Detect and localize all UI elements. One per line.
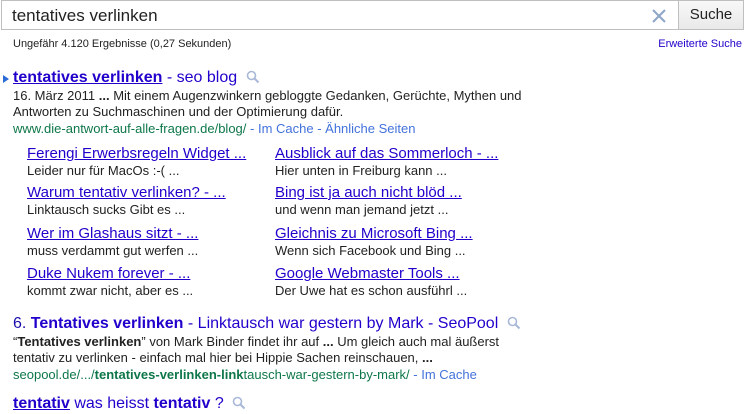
result-url-text: www.die-antwort-auf-alle-fragen.de/blog/: [13, 121, 247, 136]
search-query-text: tentatives verlinken: [12, 6, 158, 25]
sitelink-desc: muss verdammt gut werfen ...: [27, 243, 199, 258]
sitelink-title[interactable]: Warum tentativ verlinken? - ...: [27, 184, 267, 202]
sitelink-title[interactable]: Ferengi Erwerbsregeln Widget ...: [27, 145, 267, 163]
sitelink-desc: kommt zwar nicht, aber es ...: [27, 283, 194, 298]
magnifier-icon[interactable]: [232, 396, 246, 410]
result-title-rest[interactable]: was heisst: [70, 395, 154, 412]
result-title-rest[interactable]: ?: [210, 395, 224, 412]
result-number: 6.: [13, 315, 31, 332]
result-url-bold: tentatives-verlinken-link: [94, 367, 244, 382]
search-input[interactable]: tentatives verlinken: [1, 0, 678, 30]
sitelink-title[interactable]: Google Webmaster Tools ...: [275, 265, 515, 283]
snippet-bold: Tentatives verlinken: [17, 334, 142, 349]
result-snippet: 16. März 2011 ... Mit einem Augenzwinker…: [13, 88, 538, 120]
search-result: 6. Tentatives verlinken - Linktausch war…: [13, 314, 538, 383]
sitelink-title[interactable]: Ausblick auf das Sommerloch - ...: [275, 145, 515, 163]
sitelink: Duke Nukem forever - ... kommt zwar nich…: [27, 265, 267, 299]
snippet-ellipsis: ...: [422, 350, 433, 365]
sitelink: Ferengi Erwerbsregeln Widget ... Leider …: [27, 145, 267, 179]
snippet-ellipsis: ...: [322, 334, 334, 349]
sitelink-desc: Wenn sich Facebook und Bing ...: [275, 243, 466, 258]
result-url-text: seopool.de/.../: [13, 367, 95, 382]
sitelink-desc: Hier unten in Freiburg kann ...: [275, 163, 447, 178]
arrow-right-icon: [3, 75, 9, 83]
result-title-bold[interactable]: tentativ: [13, 395, 70, 412]
search-result: tentatives verlinken - seo blog 16. März…: [13, 68, 538, 137]
sitelink: Bing ist ja auch nicht blöd ... und wenn…: [275, 184, 515, 218]
result-stats: Ungefähr 4.120 Ergebnisse (0,27 Sekunden…: [13, 38, 232, 50]
result-title[interactable]: tentativ was heisst tentativ ?: [13, 394, 246, 414]
snippet-ellipsis: ...: [95, 88, 114, 103]
search-result: tentativ was heisst tentativ ?: [13, 394, 246, 414]
snippet-text: ” von Mark Binder findet ihr auf: [141, 334, 323, 349]
magnifier-icon[interactable]: [507, 316, 521, 330]
sitelink-title[interactable]: Wer im Glashaus sitzt - ...: [27, 225, 267, 243]
sitelink: Wer im Glashaus sitzt - ... muss verdamm…: [27, 225, 267, 259]
sitelink-desc: Linktausch sucks Gibt es ...: [27, 202, 186, 217]
magnifier-icon[interactable]: [246, 70, 260, 84]
close-icon[interactable]: [650, 5, 668, 25]
sitelink: Gleichnis zu Microsoft Bing ... Wenn sic…: [275, 225, 515, 259]
result-title-rest[interactable]: - seo blog: [162, 69, 237, 86]
result-title-bold[interactable]: tentatives verlinken: [13, 69, 162, 86]
result-url: www.die-antwort-auf-alle-fragen.de/blog/…: [13, 120, 538, 137]
sitelink: Ausblick auf das Sommerloch - ... Hier u…: [275, 145, 515, 179]
advanced-search-link[interactable]: Erweiterte Suche: [658, 38, 742, 50]
result-title[interactable]: tentatives verlinken - seo blog: [13, 68, 538, 88]
search-bar: tentatives verlinken Suche: [1, 0, 744, 32]
result-url-text: tausch-war-gestern-by-mark/: [243, 367, 410, 382]
sitelink-title[interactable]: Duke Nukem forever - ...: [27, 265, 267, 283]
sitelink-desc: Leider nur für MacOs :-( ...: [27, 163, 180, 178]
sitelink-title[interactable]: Gleichnis zu Microsoft Bing ...: [275, 225, 515, 243]
result-url: seopool.de/.../tentatives-verlinken-link…: [13, 366, 538, 383]
result-title[interactable]: 6. Tentatives verlinken - Linktausch war…: [13, 314, 538, 334]
sitelink-desc: Der Uwe hat es schon ausführl ...: [275, 283, 468, 298]
cache-links[interactable]: - Im Cache: [410, 367, 477, 382]
sitelink-title[interactable]: Bing ist ja auch nicht blöd ...: [275, 184, 515, 202]
search-button[interactable]: Suche: [678, 0, 744, 30]
result-title-bold[interactable]: tentativ: [154, 395, 211, 412]
sitelink-desc: und wenn man jemand jetzt ...: [275, 202, 449, 217]
result-title-bold[interactable]: Tentatives verlinken: [31, 315, 184, 332]
cache-links[interactable]: - Im Cache - Ähnliche Seiten: [246, 121, 415, 136]
result-snippet: “Tentatives verlinken” von Mark Binder f…: [13, 334, 538, 366]
sitelink: Google Webmaster Tools ... Der Uwe hat e…: [275, 265, 515, 299]
snippet-date: 16. März 2011: [13, 88, 96, 103]
result-title-rest[interactable]: - Linktausch war gestern by Mark - SeoPo…: [183, 315, 498, 332]
sitelink: Warum tentativ verlinken? - ... Linktaus…: [27, 184, 267, 218]
